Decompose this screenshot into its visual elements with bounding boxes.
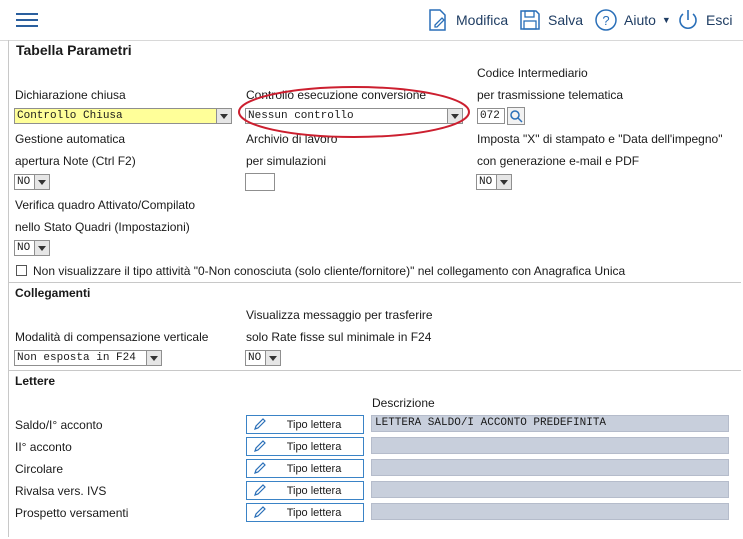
visualizza-select[interactable]: NO [245, 350, 281, 366]
verifica-value: NO [17, 242, 31, 254]
lettera-desc-field[interactable] [371, 481, 729, 498]
tipo-lettera-button[interactable]: Tipo lettera [246, 459, 364, 478]
chevron-down-icon[interactable] [34, 175, 49, 189]
lettere-title: Lettere [15, 374, 56, 388]
tipo-lettera-label: Tipo lettera [286, 463, 342, 475]
gestione-select[interactable]: NO [14, 174, 50, 190]
tipo-lettera-button[interactable]: Tipo lettera [246, 481, 364, 500]
verifica-select[interactable]: NO [14, 240, 50, 256]
esci-label: Esci [706, 12, 733, 28]
page-title: Tabella Parametri [16, 42, 132, 58]
visualizza-label-2: solo Rate fisse sul minimale in F24 [246, 330, 432, 344]
dichiarazione-value: Controllo Chiusa [17, 110, 123, 122]
imposta-label-2: con generazione e-mail e PDF [477, 154, 640, 168]
gestione-label-1: Gestione automatica [15, 132, 126, 146]
codice-value: 072 [480, 110, 500, 122]
modalita-select[interactable]: Non esposta in F24 [14, 350, 162, 366]
tipo-lettera-button[interactable]: Tipo lettera [246, 503, 364, 522]
lettera-desc-field[interactable] [371, 503, 729, 520]
visualizza-value: NO [248, 352, 262, 364]
edit-document-icon [426, 8, 450, 32]
lettera-row-label: Saldo/I° acconto [15, 418, 103, 432]
chevron-down-icon[interactable] [146, 351, 161, 365]
tipo-lettera-label: Tipo lettera [286, 485, 342, 497]
verifica-label-2: nello Stato Quadri (Impostazioni) [15, 220, 190, 234]
chevron-down-icon[interactable] [265, 351, 280, 365]
tipo-lettera-label: Tipo lettera [286, 419, 342, 431]
chevron-down-icon[interactable] [216, 109, 231, 123]
gestione-value: NO [17, 176, 31, 188]
archivio-label-2: per simulazioni [246, 154, 327, 168]
codice-label-2: per trasmissione telematica [477, 88, 624, 102]
tipo-lettera-label: Tipo lettera [286, 507, 342, 519]
non-visualizzare-checkbox[interactable] [16, 265, 27, 276]
aiuto-label: Aiuto [624, 12, 656, 28]
lettera-desc-field[interactable] [371, 459, 729, 476]
lettera-row-label: Rivalsa vers. IVS [15, 484, 107, 498]
codice-input[interactable]: 072 [477, 108, 505, 124]
tipo-lettera-button[interactable]: Tipo lettera [246, 415, 364, 434]
toolbar: Modifica Salva ? Aiuto ▼ Esci [0, 0, 743, 41]
chevron-down-icon[interactable] [496, 175, 511, 189]
dichiarazione-label: Dichiarazione chiusa [15, 88, 126, 102]
lettera-desc-field[interactable] [371, 437, 729, 454]
visualizza-label-1: Visualizza messaggio per trasferire [246, 308, 433, 322]
non-visualizzare-label: Non visualizzare il tipo attività "0-Non… [33, 264, 626, 278]
help-icon: ? [594, 8, 618, 32]
power-icon [676, 8, 700, 32]
caret-down-icon: ▼ [661, 15, 671, 25]
lettera-desc-value: LETTERA SALDO/I ACCONTO PREDEFINITA [375, 417, 607, 429]
collegamenti-title: Collegamenti [15, 286, 91, 300]
esci-button[interactable]: Esci [676, 8, 732, 32]
imposta-select[interactable]: NO [476, 174, 512, 190]
collegamenti-divider [8, 282, 741, 283]
lettera-desc-field[interactable]: LETTERA SALDO/I ACCONTO PREDEFINITA [371, 415, 729, 432]
save-icon [518, 8, 542, 32]
imposta-value: NO [479, 176, 493, 188]
modifica-button[interactable]: Modifica [426, 8, 508, 32]
modalita-label: Modalità di compensazione verticale [15, 330, 209, 344]
search-icon [510, 110, 523, 123]
modifica-label: Modifica [456, 12, 509, 28]
descrizione-header: Descrizione [372, 396, 435, 410]
menu-icon[interactable] [14, 10, 40, 30]
dichiarazione-select[interactable]: Controllo Chiusa [14, 108, 232, 124]
verifica-label-1: Verifica quadro Attivato/Compilato [15, 198, 196, 212]
salva-button[interactable]: Salva [518, 8, 583, 32]
chevron-down-icon[interactable] [34, 241, 49, 255]
aiuto-button[interactable]: ? Aiuto ▼ [594, 8, 671, 32]
tipo-lettera-button[interactable]: Tipo lettera [246, 437, 364, 456]
lettera-row-label: Prospetto versamenti [15, 506, 129, 520]
lettere-divider [8, 370, 741, 371]
lettera-row-label: II° acconto [15, 440, 72, 454]
gestione-label-2: apertura Note (Ctrl F2) [15, 154, 136, 168]
search-button[interactable] [507, 107, 525, 125]
archivio-input[interactable] [245, 173, 275, 191]
codice-label-1: Codice Intermediario [477, 66, 588, 80]
lettera-row-label: Circolare [15, 462, 64, 476]
modalita-value: Non esposta in F24 [17, 352, 136, 364]
imposta-label-1: Imposta "X" di stampato e "Data dell'imp… [477, 132, 723, 146]
svg-text:?: ? [602, 13, 609, 28]
annotation-ellipse [238, 86, 470, 138]
tipo-lettera-label: Tipo lettera [286, 441, 342, 453]
salva-label: Salva [548, 12, 584, 28]
